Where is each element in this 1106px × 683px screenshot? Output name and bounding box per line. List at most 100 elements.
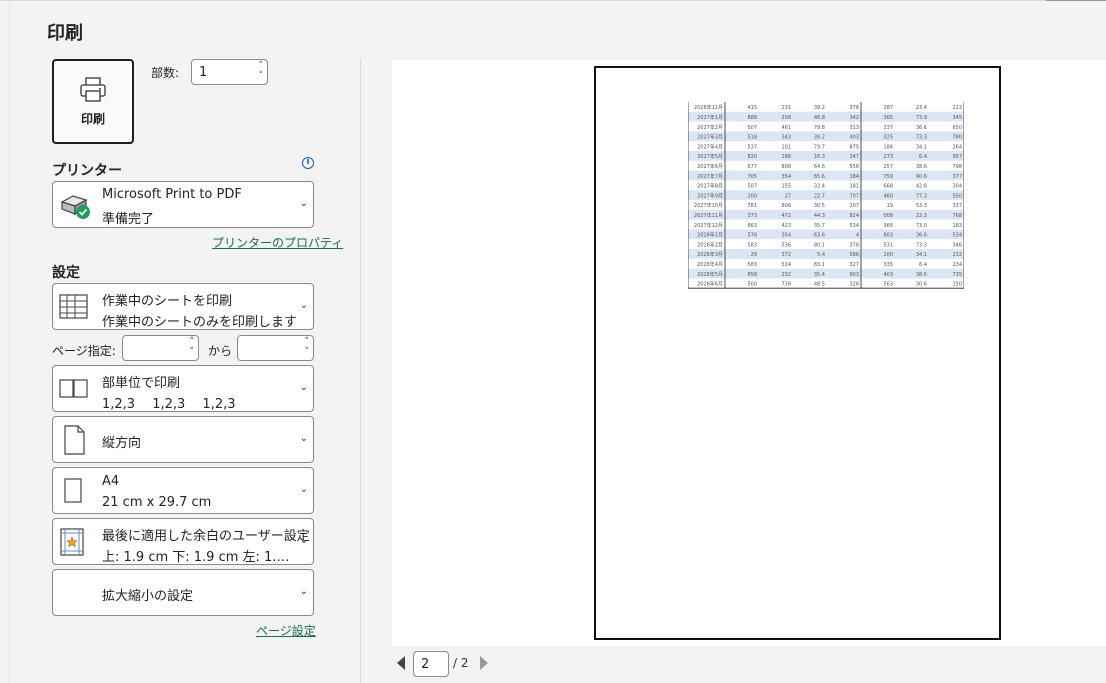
printer-name: Microsoft Print to PDF — [102, 187, 242, 202]
table-cell: 16.3 — [814, 154, 825, 160]
table-cell: 578 — [747, 233, 757, 239]
table-cell: 536 — [781, 242, 791, 248]
table-cell: 376 — [849, 242, 859, 248]
table-cell: 2028年1月 — [697, 232, 723, 239]
page-to-label: から — [208, 344, 233, 358]
page-range-label: ページ指定: — [52, 344, 116, 358]
page-setup-link[interactable]: ページ設定 — [256, 622, 316, 639]
printer-select[interactable]: Microsoft Print to PDF 準備完了 ⌄ — [52, 181, 314, 228]
table-cell: 2027年10月 — [694, 202, 723, 209]
table-cell: 415 — [747, 105, 757, 111]
stepper-arrows-icon[interactable]: ˄ ˅ — [190, 337, 195, 357]
table-cell: 2028年2月 — [697, 241, 723, 248]
table-cell: 232 — [781, 272, 791, 278]
table-cell: 806 — [781, 203, 791, 209]
page-to-input[interactable]: ˄ ˅ — [237, 335, 314, 361]
table-cell: 500 — [747, 282, 757, 288]
table-cell: 735 — [952, 272, 962, 278]
next-page-button[interactable] — [480, 656, 488, 670]
left-edge — [9, 0, 10, 683]
orientation-select[interactable]: 縦方向 ⌄ — [52, 416, 314, 463]
chevron-down-icon: ⌄ — [299, 586, 308, 597]
table-cell: 2027年5月 — [697, 153, 723, 160]
table-cell: 705 — [747, 174, 757, 180]
scaling-select[interactable]: 拡大縮小の設定 ⌄ — [52, 569, 314, 616]
print-scope-select[interactable]: 作業中のシートを印刷 作業中のシートのみを印刷します ⌄ — [52, 283, 314, 330]
copies-value: 1 — [199, 65, 208, 80]
current-page-input[interactable]: 2 — [413, 651, 449, 677]
table-cell: 107 — [849, 203, 859, 209]
table-cell: 586 — [849, 252, 859, 258]
table-cell: 231 — [781, 105, 791, 111]
table-cell: 2027年4月 — [697, 143, 723, 150]
orientation-title: 縦方向 — [102, 436, 142, 451]
paper-size-title: A4 — [102, 474, 120, 489]
table-cell: 234 — [952, 262, 962, 268]
chevron-down-icon: ⌄ — [299, 382, 308, 393]
table-cell: 36.6 — [916, 125, 927, 131]
chevron-down-icon: ⌄ — [299, 484, 308, 495]
previous-page-button[interactable] — [397, 656, 405, 670]
table-cell: 257 — [883, 164, 893, 170]
top-border — [0, 0, 1106, 1]
table-cell: 46.8 — [814, 115, 825, 121]
table-cell: 35.7 — [814, 223, 825, 229]
table-cell: 534 — [952, 233, 962, 239]
table-cell: 63.6 — [814, 233, 825, 239]
table-cell: 287 — [883, 105, 893, 111]
collate-select[interactable]: 部単位で印刷 1,2,3 1,2,3 1,2,3 ⌄ — [52, 365, 314, 412]
table-cell: 78.8 — [814, 125, 825, 131]
table-cell: 5.4 — [817, 252, 825, 258]
table-cell: 304 — [952, 184, 962, 190]
stepper-arrows-icon[interactable]: ˄ ˅ — [305, 337, 310, 357]
print-button[interactable]: 印刷 — [52, 59, 134, 144]
table-cell: 38.6 — [916, 272, 927, 278]
table-cell: 19 — [887, 203, 893, 209]
table-cell: 208 — [781, 115, 791, 121]
printer-ready-icon — [60, 195, 90, 219]
table-cell: 200 — [747, 193, 757, 199]
table-cell: 73.3 — [916, 242, 927, 248]
table-cell: 325 — [883, 135, 893, 141]
table-cell: 423 — [781, 223, 791, 229]
table-cell: 372 — [781, 252, 791, 258]
page-title: 印刷 — [47, 23, 83, 44]
table-cell: 22.7 — [814, 193, 825, 199]
table-cell: 2027年1月 — [697, 114, 723, 121]
table-cell: 337 — [952, 203, 962, 209]
stepper-arrows-icon[interactable]: ˄ ˅ — [259, 61, 264, 81]
table-cell: 2027年7月 — [697, 173, 723, 180]
table-cell: 365 — [883, 223, 893, 229]
margins-icon — [60, 528, 84, 556]
table-cell: 903 — [849, 272, 859, 278]
table-cell: 64.6 — [814, 164, 825, 170]
table-cell: 2027年9月 — [697, 192, 723, 199]
copies-stepper[interactable]: 1 ˄ ˅ — [191, 59, 268, 85]
table-cell: 34.1 — [916, 144, 927, 150]
margins-select[interactable]: 最後に適用した余白のユーザー設定 上: 1.9 cm 下: 1.9 cm 左: … — [52, 518, 314, 565]
page-total: / 2 — [453, 656, 469, 670]
preview-table: 2026年12月 415 231 39.2 376 287 23.4 223 2027年1月 88… — [688, 102, 964, 289]
table-cell: 6.4 — [919, 154, 927, 160]
table-cell: 759 — [883, 174, 893, 180]
table-cell: 30.5 — [814, 203, 825, 209]
table-cell: 186 — [781, 154, 791, 160]
printer-properties-link[interactable]: プリンターのプロパティ — [212, 234, 343, 251]
window-edge — [1046, 0, 1106, 1]
table-cell: 507 — [747, 125, 757, 131]
table-cell: 820 — [747, 154, 757, 160]
table-cell: 376 — [849, 105, 859, 111]
paper-size-select[interactable]: A4 21 cm x 29.7 cm ⌄ — [52, 467, 314, 514]
table-cell: 2027年2月 — [697, 124, 723, 131]
table-cell: 781 — [747, 203, 757, 209]
info-icon[interactable]: i — [302, 157, 314, 169]
table-cell: 27 — [785, 193, 791, 199]
table-cell: 150 — [952, 282, 962, 288]
table-cell: 4 — [856, 233, 859, 239]
page-from-input[interactable]: ˄ ˅ — [122, 335, 199, 361]
collate-desc: 1,2,3 1,2,3 1,2,3 — [102, 397, 236, 412]
chevron-down-icon: ⌄ — [299, 535, 308, 546]
table-cell: 556 — [849, 164, 859, 170]
table-cell: 707 — [849, 193, 859, 199]
collate-title: 部単位で印刷 — [102, 376, 181, 391]
